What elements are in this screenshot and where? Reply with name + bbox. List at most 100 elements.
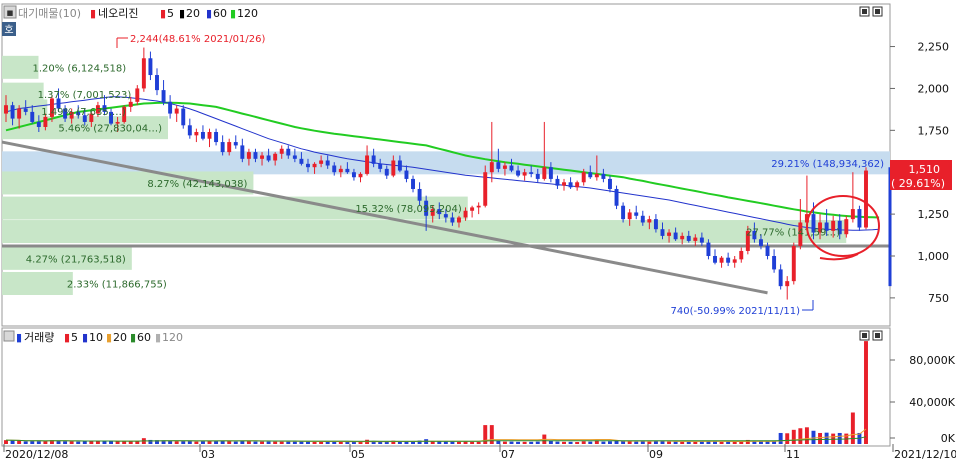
volume-bar [43, 441, 48, 444]
candle-body [857, 209, 862, 228]
volume-legend-ma120-marker: ▮ [155, 331, 161, 344]
volume-legend-ma120: 120 [162, 331, 183, 344]
high-annotation-label: 2,244(48.61% 2021/01/26) [130, 34, 265, 45]
volume-bar [200, 441, 205, 444]
volume-bar [732, 441, 737, 444]
volume-legend-ma10: 10 [89, 331, 103, 344]
candle-body [161, 90, 166, 102]
candle-body [253, 152, 258, 159]
candle-body [312, 163, 317, 168]
candle-body [693, 237, 698, 241]
legend-supply: 대기매물(10) [18, 7, 81, 20]
candle-body [306, 163, 310, 168]
volume-bar [785, 433, 790, 444]
volume-legend-marker: ▮ [16, 331, 22, 344]
legend-ma20-marker: ▮ [179, 7, 185, 20]
volume-bar [588, 441, 593, 444]
x-axis: 2020/12/08 03 05 07 09 11 2021/12/10 [3, 444, 956, 461]
candle-body [562, 182, 566, 186]
volume-bar [306, 441, 310, 444]
candle-body [614, 188, 619, 206]
volume-bar [463, 441, 468, 444]
volume-tick-label: 0K [941, 432, 956, 445]
volume-bar [634, 441, 639, 444]
volume-bar [266, 441, 271, 444]
chart-mode-glyph: 호 [4, 24, 13, 36]
volume-profile-bar [2, 151, 890, 175]
volume-bar [535, 441, 540, 444]
candle-body [292, 155, 297, 159]
candle-body [608, 178, 612, 189]
candle-body [43, 116, 48, 127]
candle-body [739, 250, 744, 260]
candle-body [699, 237, 704, 243]
candle-body [411, 178, 415, 189]
volume-bar [246, 441, 251, 444]
legend-ma120-marker: ▮ [230, 7, 236, 20]
candle-body [470, 207, 475, 211]
candle-body [653, 219, 658, 230]
volume-bar [332, 441, 337, 444]
volume-bar [63, 441, 68, 444]
volume-bar [260, 441, 264, 444]
candle-body [148, 58, 153, 76]
volume-bar [286, 441, 291, 444]
candle-body [758, 239, 763, 246]
volume-legend-ma5-marker: ▮ [64, 331, 70, 344]
candle-body [785, 281, 790, 287]
candle-body [207, 132, 212, 139]
volume-bar [476, 441, 481, 444]
volume-bar [69, 441, 74, 444]
candle-body [660, 229, 665, 236]
volume-bar [850, 412, 855, 444]
candle-body [260, 155, 264, 159]
candle-body [279, 148, 284, 154]
candle-body [168, 101, 173, 114]
x-tick-label: 2021/12/10 [894, 448, 956, 461]
volume-bar [575, 442, 580, 444]
volume-tick-label: 80,000K [909, 354, 955, 367]
candle-body [726, 257, 731, 263]
volume-bar [529, 441, 534, 444]
volume-bar [516, 441, 521, 444]
candle-body [240, 145, 245, 159]
candle-body [135, 88, 140, 102]
volume-bar [82, 441, 87, 444]
candle-body [594, 173, 599, 178]
legend-ticker: 네오리진 [98, 7, 138, 20]
price-pane: 1.20% (6,124,518) 1.37% (7,001,523) 1.49% … [1, 3, 892, 327]
volume-legend: ▮ 거래량 ▮ 5 ▮ 10 ▮ 20 ▮ 60 ▮ 120 [3, 330, 183, 344]
candle-body [391, 160, 396, 176]
candle-body [404, 170, 409, 179]
volume-bar [319, 441, 324, 444]
candle-body [844, 219, 849, 235]
volume-bar [627, 441, 632, 444]
volume-legend-ma20-marker: ▮ [106, 331, 112, 344]
volume-legend-title: 거래량 [24, 331, 54, 344]
volume-pane-frame [1, 327, 891, 447]
candle-body [384, 168, 389, 176]
candle-body [174, 108, 179, 114]
candle-body [588, 172, 593, 178]
candle-body [732, 259, 737, 263]
y-tick-label: 1,000 [918, 250, 950, 263]
candle-body [246, 152, 251, 159]
candle-body [128, 101, 133, 107]
volume-profile-label: 8.27% (42,143,038) [147, 179, 247, 190]
volume-profile-label: 27.77% (141,59…) [746, 228, 840, 239]
volume-bar [726, 441, 731, 444]
volume-profile-label: 1.20% (6,124,518) [32, 63, 126, 74]
y-tick-label: 750 [928, 292, 949, 305]
volume-bar [509, 441, 514, 444]
volume-legend-toggle-icon[interactable] [3, 330, 15, 342]
volume-bar [791, 429, 796, 444]
candle-body [450, 217, 455, 223]
volume-tick-label: 40,000K [909, 396, 955, 409]
legend-ticker-marker: ▮ [90, 7, 96, 20]
volume-bar [562, 441, 566, 444]
volume-bar [443, 441, 448, 444]
x-tick-label: 05 [351, 448, 365, 461]
volume-bar [450, 441, 455, 444]
volume-pane [1, 327, 891, 447]
legend-ma5: 5 [167, 7, 174, 20]
